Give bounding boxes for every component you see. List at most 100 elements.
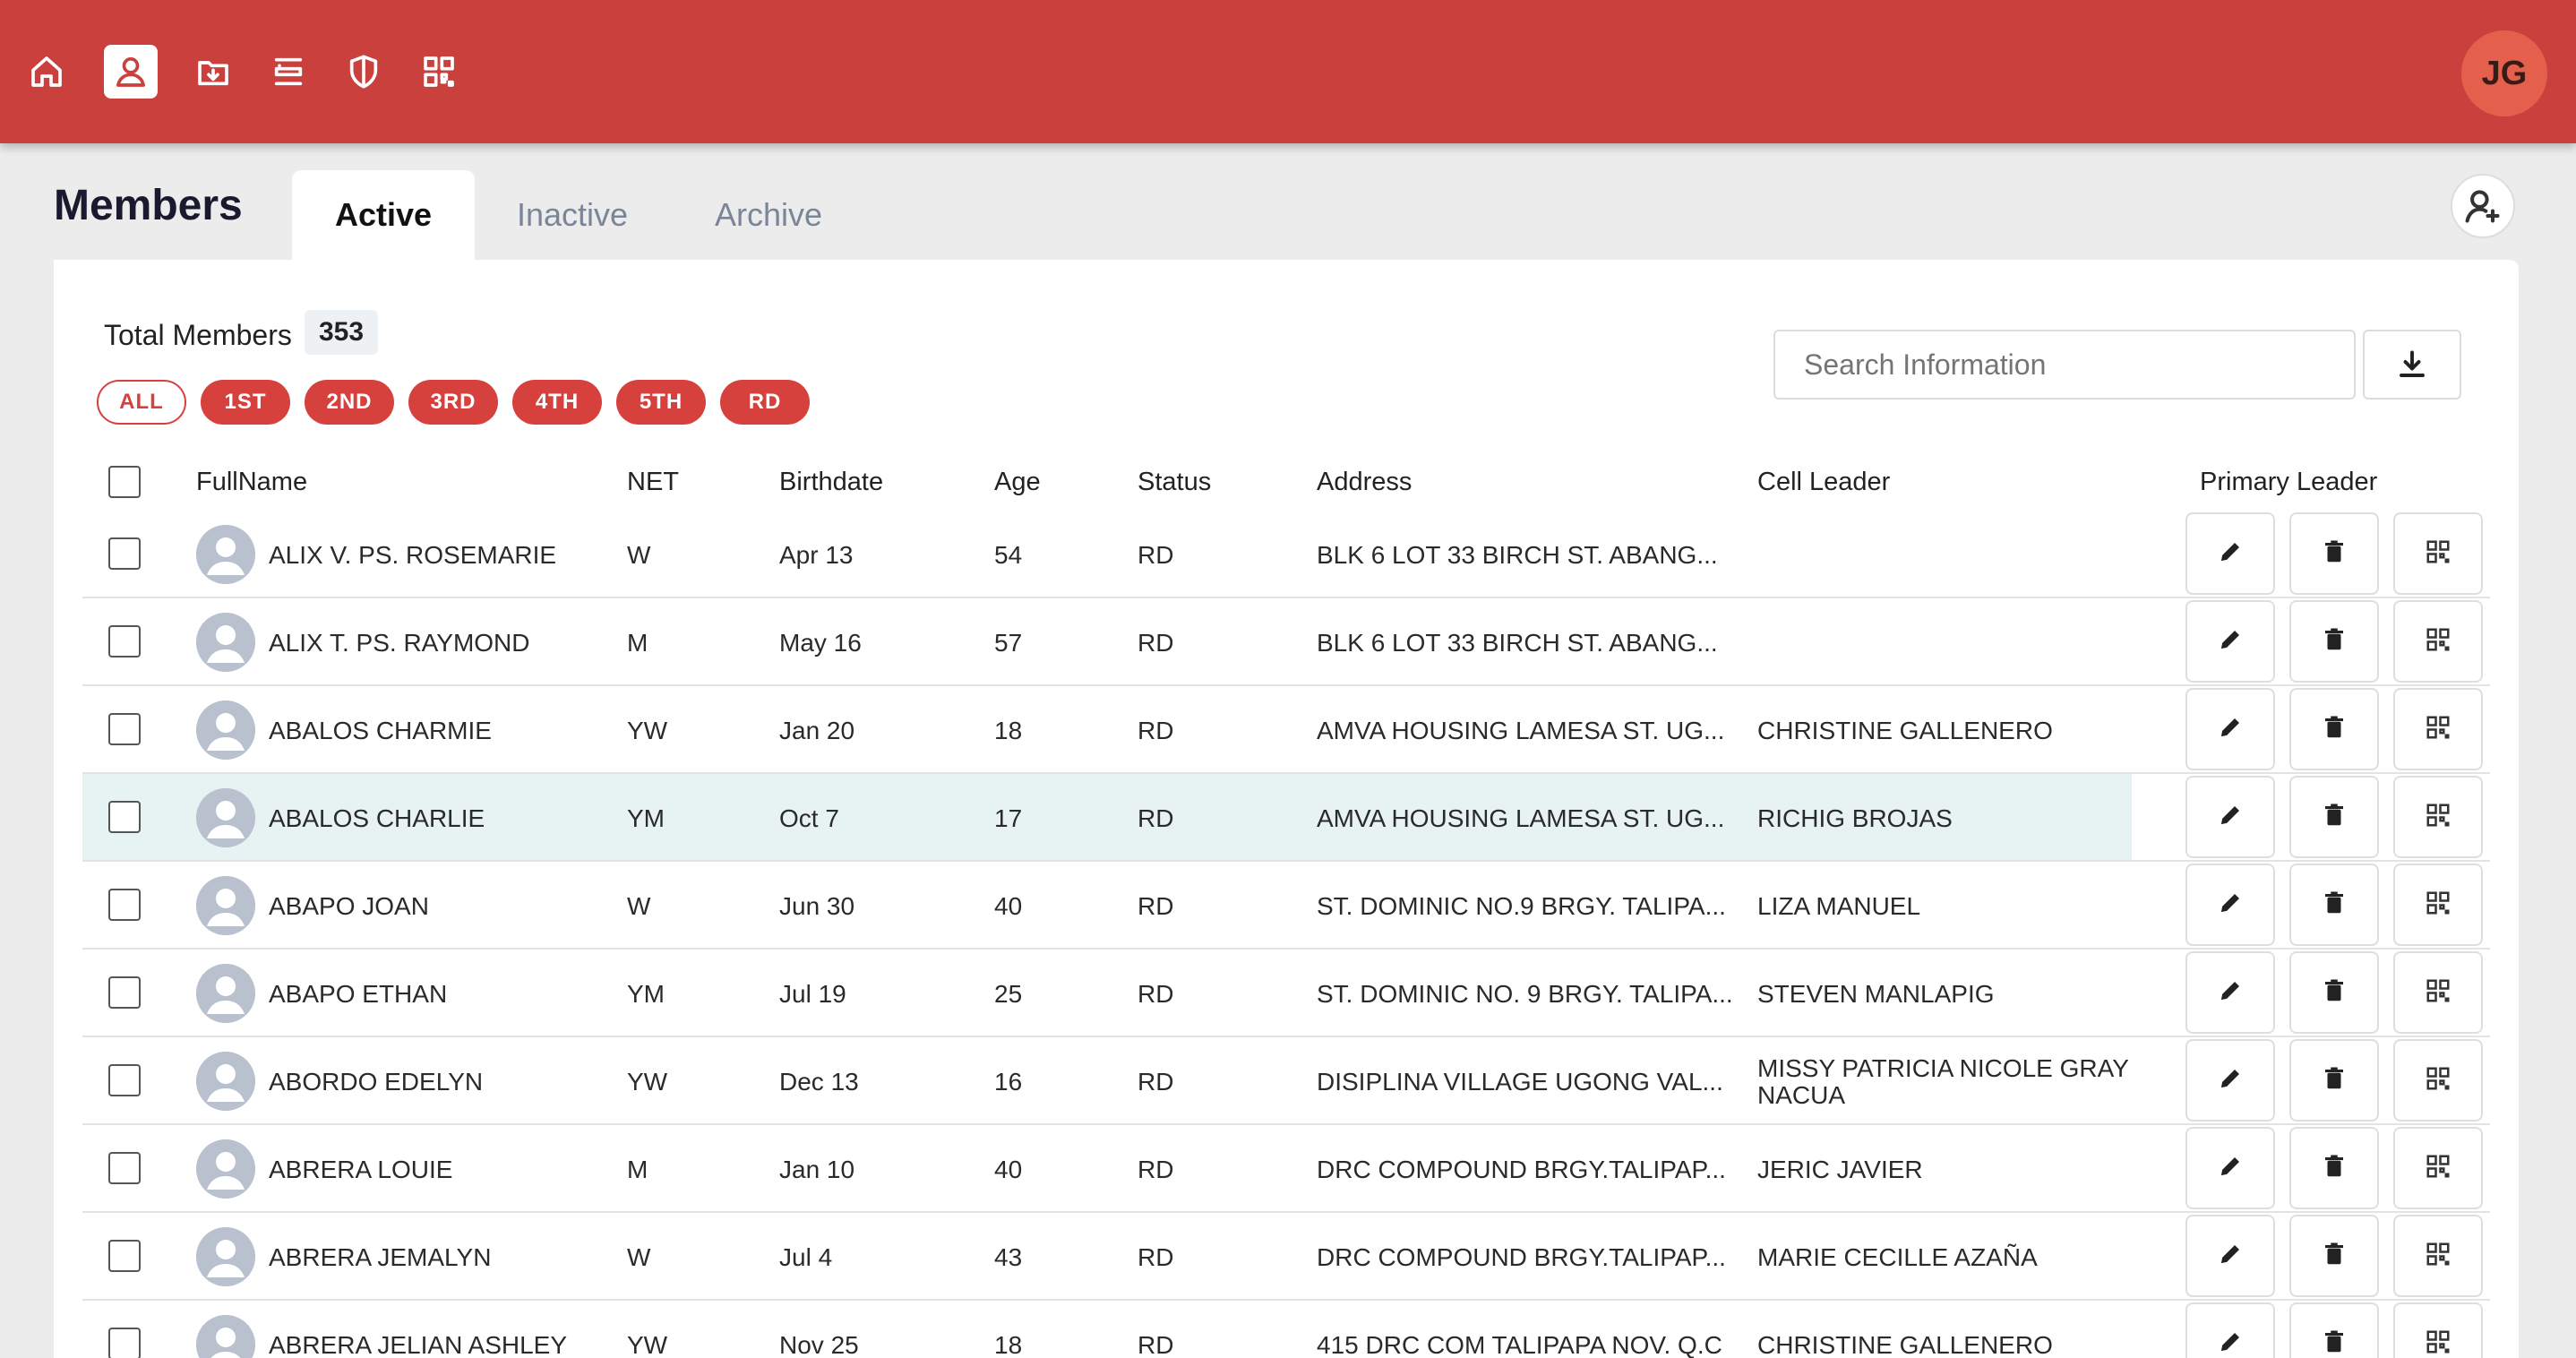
row-checkbox[interactable] — [108, 713, 141, 745]
cell-status: RD — [1138, 1068, 1174, 1096]
row-checkbox[interactable] — [108, 801, 141, 833]
delete-button[interactable] — [2289, 1127, 2379, 1209]
row-checkbox[interactable] — [108, 1152, 141, 1184]
delete-button[interactable] — [2289, 512, 2379, 595]
folder-download-icon[interactable] — [186, 45, 240, 99]
user-icon[interactable] — [104, 45, 158, 99]
delete-button[interactable] — [2289, 1302, 2379, 1358]
edit-button[interactable] — [2185, 1039, 2275, 1122]
table-row[interactable]: ABAPO ETHAN YM Jul 19 25 RD ST. DOMINIC NO. 9… — [82, 950, 2490, 1037]
home-icon[interactable] — [20, 45, 73, 99]
row-checkbox[interactable] — [108, 889, 141, 921]
row-checkbox[interactable] — [108, 625, 141, 658]
cell-address: ST. DOMINIC NO. 9 BRGY. TALIPA... — [1317, 980, 1733, 1008]
tab-inactive[interactable]: Inactive — [494, 170, 650, 260]
column-header-net[interactable]: NET — [627, 468, 679, 497]
qr-code-button[interactable] — [2393, 1302, 2483, 1358]
edit-button[interactable] — [2185, 688, 2275, 770]
download-button[interactable] — [2363, 330, 2461, 400]
select-all-checkbox[interactable] — [108, 466, 141, 498]
trash-icon — [2321, 802, 2348, 833]
table-row[interactable]: ABORDO EDELYN YW Dec 13 16 RD DISIPLINA VILLA… — [82, 1037, 2490, 1125]
qr-code-button[interactable] — [2393, 776, 2483, 858]
edit-button[interactable] — [2185, 600, 2275, 683]
cell-net: YM — [627, 804, 665, 832]
row-checkbox[interactable] — [108, 976, 141, 1009]
table-row[interactable]: ABAPO JOAN W Jun 30 40 RD ST. DOMINIC NO.9 BR… — [82, 862, 2490, 950]
table-row[interactable]: ABALOS CHARMIE YW Jan 20 18 RD AMVA HOUSING L… — [82, 686, 2490, 774]
table-row[interactable]: ABRERA LOUIE M Jan 10 40 RD DRC COMPOUND BRGY… — [82, 1125, 2490, 1213]
edit-button[interactable] — [2185, 951, 2275, 1034]
cell-net: YW — [627, 1068, 668, 1096]
user-avatar[interactable]: JG — [2461, 30, 2547, 116]
qr-code-button[interactable] — [2393, 1215, 2483, 1297]
list-icon[interactable] — [262, 45, 315, 99]
delete-button[interactable] — [2289, 951, 2379, 1034]
row-checkbox[interactable] — [108, 1240, 141, 1272]
tab-archive[interactable]: Archive — [690, 170, 847, 260]
filter-chip-4th[interactable]: 4TH — [512, 380, 602, 425]
edit-button[interactable] — [2185, 1302, 2275, 1358]
cell-address: DISIPLINA VILLAGE UGONG VAL... — [1317, 1068, 1723, 1096]
add-member-button[interactable] — [2451, 174, 2515, 238]
cell-fullname: ABALOS CHARLIE — [269, 804, 485, 832]
cell-address: BLK 6 LOT 33 BIRCH ST. ABANG... — [1317, 629, 1718, 657]
tab-active[interactable]: Active — [292, 170, 475, 260]
delete-button[interactable] — [2289, 776, 2379, 858]
edit-button[interactable] — [2185, 776, 2275, 858]
table-row[interactable]: ABALOS CHARLIE YM Oct 7 17 RD AMVA HOUSING LA… — [82, 774, 2490, 862]
filter-chip-2nd[interactable]: 2ND — [305, 380, 394, 425]
top-navigation-bar: JG — [0, 0, 2576, 143]
cell-birthdate: May 16 — [779, 629, 862, 657]
cell-birthdate: Jul 4 — [779, 1243, 833, 1271]
qr-code-icon[interactable] — [412, 45, 466, 99]
table-row[interactable]: ALIX V. PS. ROSEMARIE W Apr 13 54 RD BLK 6 LO… — [82, 511, 2490, 598]
edit-button[interactable] — [2185, 512, 2275, 595]
cell-address: AMVA HOUSING LAMESA ST. UG... — [1317, 717, 1725, 744]
cell-age: 40 — [994, 892, 1023, 920]
person-avatar-icon — [196, 1139, 255, 1199]
cell-birthdate: Oct 7 — [779, 804, 839, 832]
shield-icon[interactable] — [337, 45, 391, 99]
filter-chip-3rd[interactable]: 3RD — [408, 380, 498, 425]
row-checkbox[interactable] — [108, 1328, 141, 1358]
column-header-cell-leader[interactable]: Cell Leader — [1757, 468, 1890, 497]
cell-status: RD — [1138, 892, 1174, 920]
qr-code-icon — [2425, 538, 2451, 570]
filter-chip-rd[interactable]: RD — [720, 380, 810, 425]
column-header-age[interactable]: Age — [994, 468, 1041, 497]
qr-code-button[interactable] — [2393, 512, 2483, 595]
edit-button[interactable] — [2185, 1215, 2275, 1297]
cell-status: RD — [1138, 717, 1174, 744]
qr-code-button[interactable] — [2393, 688, 2483, 770]
table-row[interactable]: ALIX T. PS. RAYMOND M May 16 57 RD BLK 6 LOT … — [82, 598, 2490, 686]
filter-chip-5th[interactable]: 5TH — [616, 380, 706, 425]
cell-cell-leader: MISSY PATRICIA NICOLE GRAY NACUA — [1757, 1054, 2129, 1109]
qr-code-button[interactable] — [2393, 1127, 2483, 1209]
delete-button[interactable] — [2289, 688, 2379, 770]
table-row[interactable]: ABRERA JEMALYN W Jul 4 43 RD DRC COMPOUND BRG… — [82, 1213, 2490, 1301]
qr-code-button[interactable] — [2393, 1039, 2483, 1122]
row-checkbox[interactable] — [108, 1064, 141, 1096]
row-checkbox[interactable] — [108, 537, 141, 570]
column-header-birthdate[interactable]: Birthdate — [779, 468, 883, 497]
column-header-primary-leader[interactable]: Primary Leader — [2200, 468, 2377, 497]
column-header-address[interactable]: Address — [1317, 468, 1412, 497]
delete-button[interactable] — [2289, 1039, 2379, 1122]
search-input[interactable] — [1773, 330, 2356, 400]
delete-button[interactable] — [2289, 1215, 2379, 1297]
qr-code-button[interactable] — [2393, 951, 2483, 1034]
cell-address: BLK 6 LOT 33 BIRCH ST. ABANG... — [1317, 541, 1718, 569]
filter-chip-all[interactable]: ALL — [97, 380, 186, 425]
table-row[interactable]: ABRERA JELIAN ASHLEY YW Nov 25 18 RD 415 DRC … — [82, 1301, 2490, 1358]
qr-code-button[interactable] — [2393, 600, 2483, 683]
edit-button[interactable] — [2185, 864, 2275, 946]
column-header-fullname[interactable]: FullName — [196, 468, 307, 497]
edit-button[interactable] — [2185, 1127, 2275, 1209]
cell-birthdate: Jun 30 — [779, 892, 855, 920]
column-header-status[interactable]: Status — [1138, 468, 1211, 497]
delete-button[interactable] — [2289, 864, 2379, 946]
filter-chip-1st[interactable]: 1ST — [201, 380, 290, 425]
delete-button[interactable] — [2289, 600, 2379, 683]
qr-code-button[interactable] — [2393, 864, 2483, 946]
